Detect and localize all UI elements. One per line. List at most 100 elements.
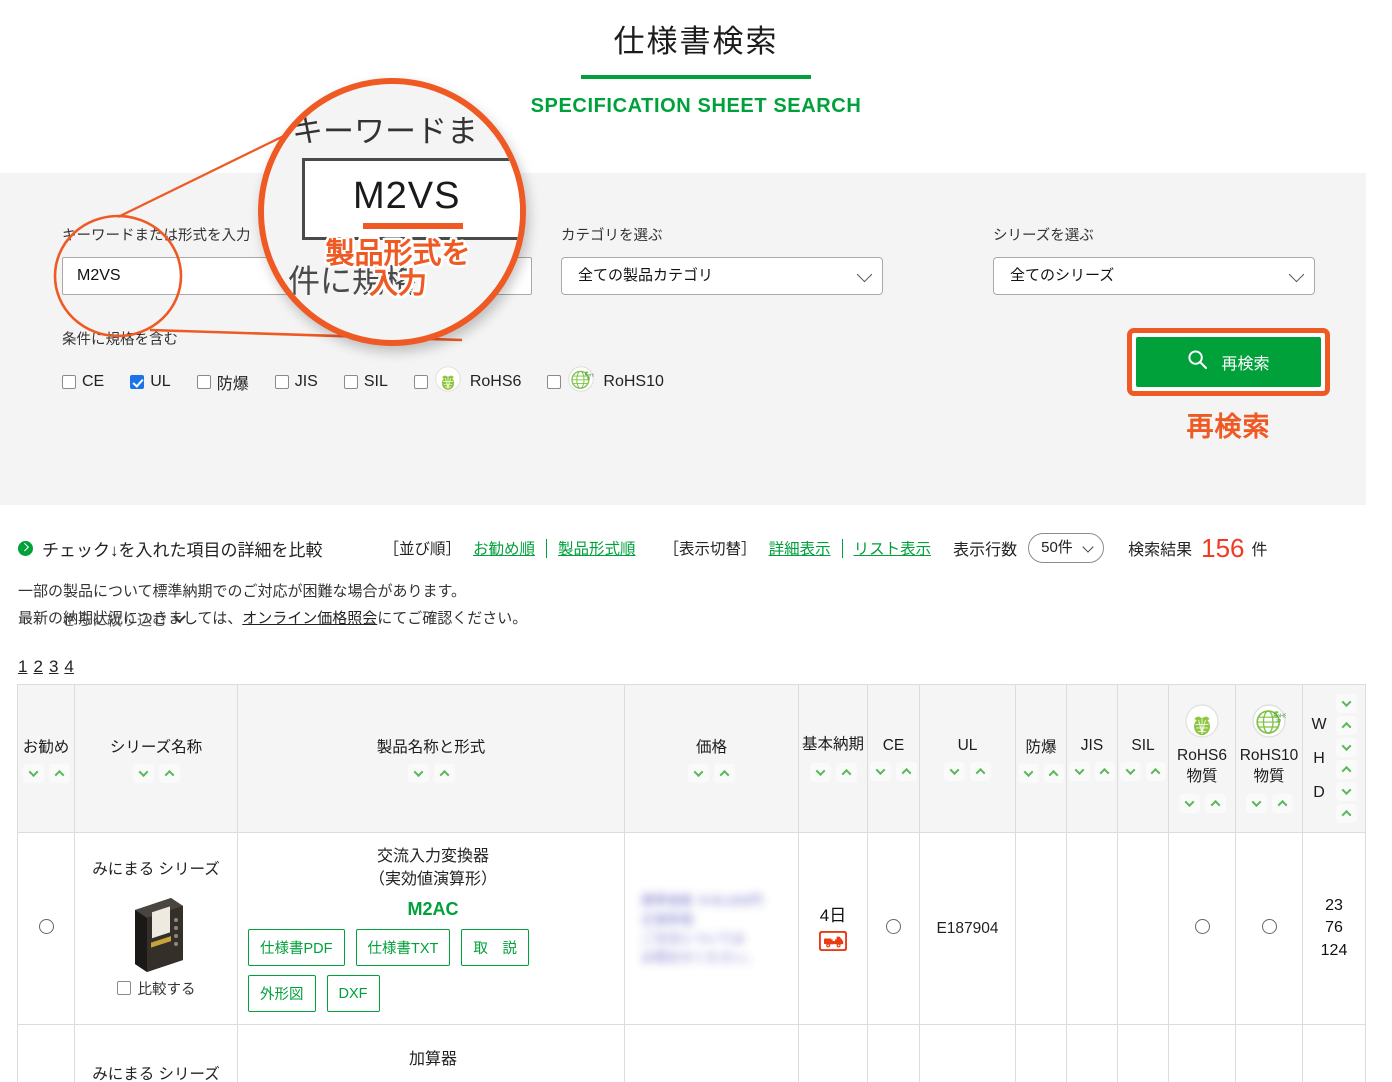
compare-checked-link[interactable]: チェック↓を入れた項目の詳細を比較 — [18, 536, 323, 561]
spec-pdf-button[interactable]: 仕様書PDF — [248, 929, 345, 967]
rows-per-page-label: 表示行数 — [953, 542, 1018, 559]
divider — [841, 538, 843, 558]
view-option-detail[interactable]: 詳細表示 — [769, 537, 831, 559]
title-underline-rule — [581, 75, 811, 79]
checkbox-jis[interactable]: JIS — [274, 373, 318, 391]
checkbox-box-icon[interactable] — [343, 374, 358, 389]
sort-desc-icon[interactable] — [407, 763, 429, 783]
cell-rohs6 — [1168, 832, 1236, 1025]
col-header-jis: JIS — [1066, 684, 1118, 833]
dimension-h: 76 — [1325, 919, 1343, 937]
sort-asc-icon[interactable] — [158, 763, 180, 783]
search-button[interactable]: 再検索 — [1136, 337, 1321, 387]
sort-option-model[interactable]: 製品形式順 — [558, 537, 636, 559]
sort-desc-icon[interactable] — [870, 761, 891, 781]
checkbox-box-checked-icon[interactable] — [130, 374, 145, 389]
page-link-1[interactable]: 1 — [18, 657, 27, 677]
rohs6-circle-icon — [1194, 918, 1210, 934]
sort-asc-icon[interactable] — [1094, 761, 1115, 781]
sort-desc-icon[interactable] — [1335, 738, 1357, 757]
sort-controls — [1120, 761, 1166, 781]
sort-desc-icon[interactable] — [1018, 763, 1039, 783]
product-model[interactable]: M2AC — [248, 899, 618, 920]
checkbox-ce[interactable]: CE — [62, 373, 104, 391]
cell-rohs10 — [1235, 832, 1303, 1025]
rows-per-page-select[interactable]: 50件 — [1028, 533, 1105, 563]
col-header-ul: UL — [919, 684, 1016, 833]
result-count-label: 検索結果 — [1128, 542, 1193, 559]
ce-circle-icon — [886, 918, 901, 934]
sort-desc-icon[interactable] — [132, 763, 154, 783]
col-header-recommend: お勧め — [17, 684, 75, 833]
sort-asc-icon[interactable] — [1145, 761, 1166, 781]
page-link-2[interactable]: 2 — [33, 657, 42, 677]
page-link-4[interactable]: 4 — [64, 657, 73, 677]
dxf-button[interactable]: DXF — [326, 975, 380, 1013]
cell-jis — [1066, 1024, 1118, 1082]
sort-asc-icon[interactable] — [835, 762, 857, 782]
sort-asc-icon[interactable] — [1335, 716, 1357, 735]
sort-desc-icon[interactable] — [944, 761, 965, 781]
sort-desc-icon[interactable] — [22, 763, 44, 783]
series-selected-value: 全てのシリーズ — [1010, 267, 1115, 284]
manual-button[interactable]: 取 説 — [461, 929, 529, 967]
series-select[interactable]: 全てのシリーズ — [993, 257, 1315, 295]
table-row: みにまる シリーズ 比較する 交流入力変換器 （実効値演算形） M2AC 仕様書… — [17, 832, 1366, 1025]
sort-option-recommended[interactable]: お勧め順 — [473, 537, 535, 559]
checkbox-box-icon[interactable] — [274, 374, 289, 389]
sort-asc-icon[interactable] — [1271, 794, 1293, 814]
sort-asc-icon[interactable] — [1204, 794, 1226, 814]
document-buttons-row-1: 仕様書PDF 仕様書TXT 取 説 — [248, 929, 618, 967]
sort-desc-icon[interactable] — [1069, 761, 1090, 781]
sort-asc-icon[interactable] — [714, 763, 735, 783]
sort-desc-icon[interactable] — [1120, 761, 1141, 781]
table-header-row: お勧め シリーズ名称 製品名称と形式 価格 基本納期 CE UL 防爆 JIS … — [17, 684, 1366, 833]
delivery-notes: 一部の製品について標準納期でのご対応が困難な場合があります。 最新の納期状況につ… — [18, 578, 527, 632]
page-link-3[interactable]: 3 — [49, 657, 58, 677]
checkbox-box-icon[interactable] — [116, 981, 131, 996]
checkbox-box-icon[interactable] — [413, 374, 428, 389]
sort-asc-icon[interactable] — [896, 761, 917, 781]
sort-controls — [801, 762, 865, 782]
sort-asc-icon[interactable] — [1335, 760, 1357, 779]
sort-desc-icon[interactable] — [688, 763, 709, 783]
sort-asc-icon[interactable] — [433, 763, 455, 783]
sort-desc-icon[interactable] — [1335, 782, 1357, 801]
online-price-inquiry-link[interactable]: オンライン価格照会 — [242, 610, 377, 627]
sort-desc-icon[interactable] — [809, 762, 831, 782]
sort-desc-icon[interactable] — [1245, 794, 1267, 814]
compare-checkbox-wrapper[interactable]: 比較する — [81, 978, 231, 999]
outline-drawing-button[interactable]: 外形図 — [248, 975, 316, 1013]
checkbox-box-icon[interactable] — [547, 374, 562, 389]
col-header-label: RoHS10物質 — [1239, 746, 1299, 785]
sort-desc-icon[interactable] — [1178, 794, 1200, 814]
checkbox-box-icon[interactable] — [196, 374, 211, 389]
checkbox-ul[interactable]: UL — [130, 373, 171, 391]
col-header-label: JIS — [1080, 736, 1104, 754]
checkbox-explosion-proof[interactable]: 防爆 — [196, 370, 249, 394]
spec-txt-button[interactable]: 仕様書TXT — [355, 929, 451, 967]
checkbox-rohs6[interactable]: RoHS6 — [413, 366, 521, 397]
col-header-label: 防爆 — [1025, 738, 1057, 756]
checkbox-sil[interactable]: SIL — [343, 373, 388, 391]
sort-asc-icon[interactable] — [48, 763, 70, 783]
sort-controls — [1238, 794, 1300, 814]
search-button-annotation: 再検索 — [1186, 412, 1271, 442]
sort-asc-icon[interactable] — [1043, 763, 1064, 783]
cell-price — [624, 1024, 799, 1082]
sort-asc-icon[interactable] — [970, 761, 991, 781]
cell-dimensions — [1302, 1024, 1366, 1082]
magnified-keyword-value: M2VS — [353, 175, 461, 217]
chevron-down-icon — [1082, 541, 1094, 553]
search-button-label: 再検索 — [1221, 356, 1270, 373]
category-select[interactable]: 全ての製品カテゴリ — [561, 257, 883, 295]
view-option-list[interactable]: リスト表示 — [854, 537, 932, 559]
sort-asc-icon[interactable] — [1335, 804, 1357, 823]
rohs10-icon: RoHS 10 — [568, 366, 596, 397]
dimension-sort-controls — [1335, 694, 1357, 823]
price-value-blurred: 標準価格 ￥00,000円 正価単価 ご注文については お問合せください。 — [641, 892, 763, 965]
cell-series: みにまる シリーズ 比較する — [74, 832, 238, 1025]
checkbox-box-icon[interactable] — [62, 374, 76, 389]
checkbox-rohs10[interactable]: RoHS 10 RoHS10 — [547, 366, 664, 397]
sort-desc-icon[interactable] — [1335, 694, 1357, 713]
